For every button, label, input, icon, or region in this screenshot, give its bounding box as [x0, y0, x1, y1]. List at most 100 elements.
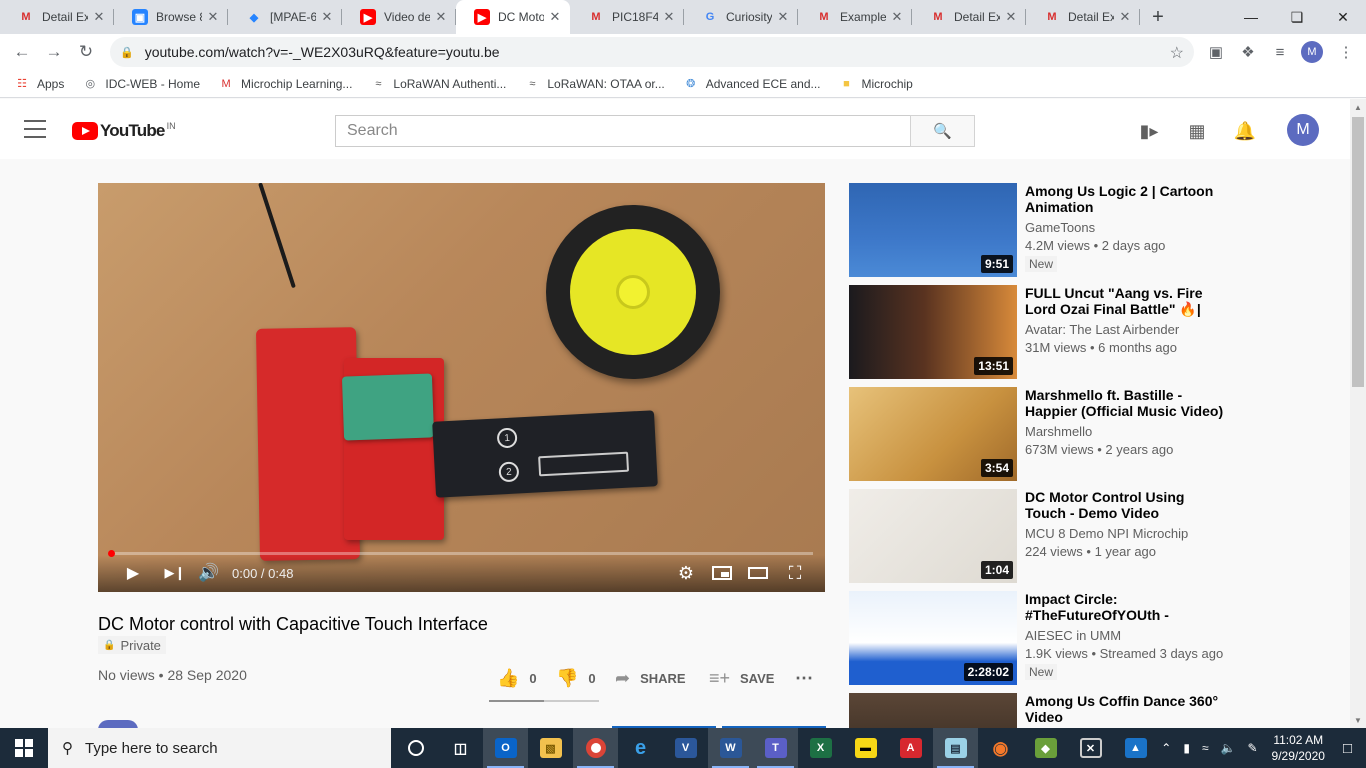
recommendation-item[interactable]: 1:04 DC Motor Control Using Touch - Demo …: [849, 489, 1229, 583]
recommendation-item[interactable]: 3:54 Marshmello ft. Bastille - Happier (O…: [849, 387, 1229, 481]
acrobat-icon[interactable]: A: [888, 728, 933, 768]
account-avatar[interactable]: M: [1287, 114, 1319, 146]
channel-name[interactable]: AIESEC in UMM: [1025, 628, 1121, 643]
browser-tab[interactable]: Μ PIC18F47 ✕: [570, 0, 684, 34]
maximize-button[interactable]: ❏: [1274, 0, 1320, 34]
browser-menu-icon[interactable]: ⋮: [1334, 40, 1358, 64]
recommendation-title[interactable]: Marshmello ft. Bastille - Happier (Offic…: [1025, 387, 1229, 419]
new-tab-icon[interactable]: +: [1140, 0, 1176, 34]
taskbar-search[interactable]: ⚲ Type here to search: [48, 728, 391, 768]
browser-tab[interactable]: Μ Detail Exa ✕: [912, 0, 1026, 34]
bookmark-item[interactable]: ◎ IDC-WEB - Home: [82, 76, 200, 92]
browser-tab[interactable]: ◆ [MPAE-66 ✕: [228, 0, 342, 34]
recommendation-title[interactable]: FULL Uncut "Aang vs. Fire Lord Ozai Fina…: [1025, 285, 1229, 317]
bookmark-star-icon[interactable]: ☆: [1170, 43, 1184, 63]
taskbar-clock[interactable]: 11:02 AM 9/29/2020: [1272, 732, 1325, 764]
video-player[interactable]: 1 2 ▶ ▶❙ 🔊 0:00 / 0:48 ⚙ ⛶: [98, 183, 825, 592]
channel-name[interactable]: Marshmello: [1025, 424, 1092, 439]
chrome-icon[interactable]: [573, 728, 618, 768]
close-tab-icon[interactable]: ✕: [1004, 9, 1018, 25]
notepad-icon[interactable]: ▤: [933, 728, 978, 768]
close-tab-icon[interactable]: ✕: [92, 9, 106, 25]
reload-icon[interactable]: ↻: [70, 36, 102, 68]
tray-chevron-icon[interactable]: ⌃: [1161, 741, 1171, 755]
snipping-tool-icon[interactable]: ✕: [1068, 728, 1113, 768]
channel-name[interactable]: GameToons: [1025, 220, 1095, 235]
battery-icon[interactable]: ▮: [1183, 741, 1190, 755]
fullscreen-icon[interactable]: ⛶: [784, 561, 806, 585]
task-view-icon[interactable]: ◫: [438, 728, 483, 768]
recommendation-item[interactable]: 13:51 FULL Uncut "Aang vs. Fire Lord Ozai…: [849, 285, 1229, 379]
close-tab-icon[interactable]: ✕: [890, 9, 904, 25]
file-explorer-icon[interactable]: ▧: [528, 728, 573, 768]
volume-icon[interactable]: 🔊: [198, 561, 220, 585]
blender-icon[interactable]: ◉: [978, 728, 1023, 768]
pen-icon[interactable]: ✎: [1247, 741, 1257, 755]
channel-name[interactable]: MCU 8 Demo NPI Microchip: [1025, 526, 1188, 541]
video-thumbnail[interactable]: 2:28:02: [849, 591, 1017, 685]
channel-name[interactable]: Avatar: The Last Airbender: [1025, 322, 1179, 337]
sticky-notes-icon[interactable]: ▬: [843, 728, 888, 768]
play-icon[interactable]: ▶: [122, 561, 144, 585]
bookmark-item[interactable]: ☷ Apps: [14, 76, 64, 92]
back-arrow-icon[interactable]: ←: [6, 36, 38, 68]
forward-arrow-icon[interactable]: →: [38, 36, 70, 68]
outlook-icon[interactable]: O: [483, 728, 528, 768]
recommendation-item[interactable]: 2:28:02 Impact Circle: #TheFutureOfYOUth …: [849, 591, 1229, 685]
bookmark-item[interactable]: Μ Microchip Learning...: [218, 76, 352, 92]
close-tab-icon[interactable]: ✕: [320, 9, 334, 25]
visio-icon[interactable]: V: [663, 728, 708, 768]
word-icon[interactable]: W: [708, 728, 753, 768]
notifications-bell-icon[interactable]: 🔔: [1233, 119, 1257, 143]
recommendation-title[interactable]: Among Us Logic 2 | Cartoon Animation: [1025, 183, 1229, 215]
browser-profile-avatar[interactable]: M: [1301, 41, 1323, 63]
search-input[interactable]: Search: [335, 115, 911, 147]
extensions-puzzle-icon[interactable]: ❖: [1236, 40, 1260, 64]
close-tab-icon[interactable]: ✕: [776, 9, 790, 25]
close-tab-icon[interactable]: ✕: [1118, 9, 1132, 25]
browser-tab[interactable]: ▣ Browse 8 ✕: [114, 0, 228, 34]
dislike-button[interactable]: 👎 0: [556, 668, 596, 689]
excel-icon[interactable]: X: [798, 728, 843, 768]
theater-mode-icon[interactable]: [747, 561, 769, 585]
video-thumbnail[interactable]: 13:51: [849, 285, 1017, 379]
windows-start-icon[interactable]: [0, 728, 48, 768]
teams-icon[interactable]: T: [753, 728, 798, 768]
recommendation-title[interactable]: DC Motor Control Using Touch - Demo Vide…: [1025, 489, 1229, 521]
share-button[interactable]: ➦ SHARE: [615, 668, 686, 689]
cortana-icon[interactable]: [393, 728, 438, 768]
photos-icon[interactable]: ▲: [1113, 728, 1158, 768]
guide-menu-icon[interactable]: [24, 120, 46, 138]
close-window-button[interactable]: ✕: [1320, 0, 1366, 34]
recommendation-title[interactable]: Among Us Coffin Dance 360° Video: [1025, 693, 1229, 725]
search-button[interactable]: 🔍: [910, 115, 975, 147]
youtube-logo[interactable]: YouTube IN: [72, 121, 176, 141]
speaker-icon[interactable]: 🔈: [1221, 741, 1236, 755]
scroll-up-arrow-icon[interactable]: ▲: [1350, 99, 1366, 115]
create-video-icon[interactable]: ▮▸: [1137, 119, 1161, 143]
settings-gear-icon[interactable]: ⚙: [675, 561, 697, 585]
miniplayer-icon[interactable]: [711, 561, 733, 585]
gitkraken-icon[interactable]: ◆: [1023, 728, 1068, 768]
minimize-button[interactable]: —: [1228, 0, 1274, 34]
browser-tab[interactable]: Μ Detail Exa ✕: [1026, 0, 1140, 34]
scrollbar-thumb[interactable]: [1352, 117, 1364, 387]
edge-icon[interactable]: e: [618, 728, 663, 768]
bookmark-item[interactable]: ■ Microchip: [839, 76, 913, 92]
media-queue-icon[interactable]: ≡: [1268, 40, 1292, 64]
address-bar[interactable]: 🔒 youtube.com/watch?v=-_WE2X03uRQ&featur…: [110, 37, 1194, 67]
recommendation-item[interactable]: 9:51 Among Us Logic 2 | Cartoon Animation…: [849, 183, 1229, 277]
browser-tab[interactable]: Μ Detail Exa ✕: [0, 0, 114, 34]
close-tab-icon[interactable]: ✕: [662, 9, 676, 25]
apps-grid-icon[interactable]: ▦: [1185, 119, 1209, 143]
bookmark-item[interactable]: ≈ LoRaWAN Authenti...: [370, 76, 506, 92]
wifi-icon[interactable]: ≈: [1202, 741, 1209, 755]
close-tab-icon[interactable]: ✕: [206, 9, 220, 25]
video-thumbnail[interactable]: 3:54: [849, 387, 1017, 481]
more-actions-icon[interactable]: ⋯: [795, 668, 813, 689]
page-scrollbar[interactable]: ▲ ▼: [1350, 99, 1366, 728]
browser-tab[interactable]: ▶ DC Moto ✕: [456, 0, 570, 34]
video-thumbnail[interactable]: 1:04: [849, 489, 1017, 583]
extension-shield-icon[interactable]: ▣: [1204, 40, 1228, 64]
next-icon[interactable]: ▶❙: [164, 561, 186, 585]
